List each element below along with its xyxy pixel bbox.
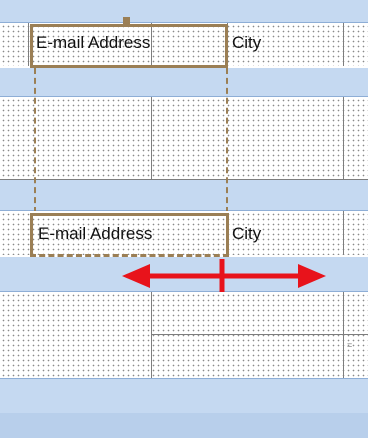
section-band	[0, 180, 368, 210]
arrow-head-right	[298, 264, 326, 288]
detail-row-grid	[0, 97, 368, 179]
double-headed-arrow	[122, 259, 326, 293]
arrow-head-left	[122, 264, 150, 288]
truncated-field-text: =	[347, 340, 353, 350]
section-band	[0, 379, 368, 413]
section-header-band	[0, 0, 368, 22]
column-divider	[343, 292, 344, 378]
column-divider	[343, 23, 344, 66]
city-label[interactable]: City	[232, 224, 261, 244]
alignment-guide-right	[226, 68, 228, 213]
alignment-guide-left	[34, 68, 36, 213]
column-divider	[28, 23, 29, 66]
top-resize-handle[interactable]	[123, 17, 130, 24]
column-divider	[151, 97, 152, 179]
detail-row-grid	[0, 292, 368, 378]
city-label[interactable]: City	[232, 33, 261, 53]
section-band	[0, 68, 368, 96]
form-designer-canvas: E-mail Address City E-mail Address City …	[0, 0, 368, 438]
footer-band	[0, 413, 368, 438]
column-divider	[343, 97, 344, 179]
row-divider	[151, 334, 368, 335]
selected-control-outline[interactable]	[30, 24, 228, 68]
column-divider	[151, 292, 152, 378]
